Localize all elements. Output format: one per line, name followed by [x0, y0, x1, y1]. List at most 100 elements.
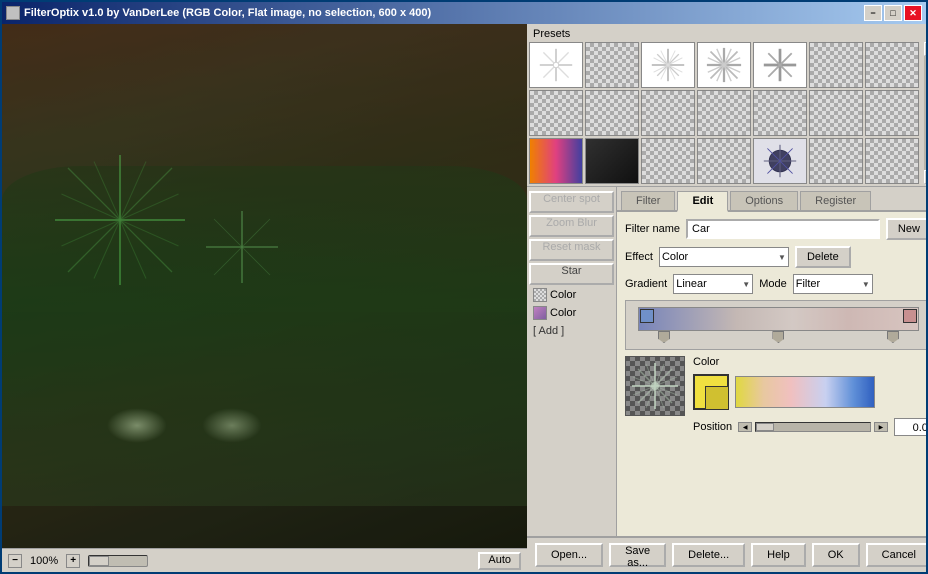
preset-thumb-1[interactable] — [529, 42, 583, 88]
preset-thumb-6[interactable] — [809, 42, 863, 88]
open-button[interactable]: Open... — [535, 543, 603, 567]
gradient-marker-1[interactable] — [658, 331, 670, 343]
presets-scrollbar: ▲ ▼ — [924, 42, 926, 184]
position-slider-track[interactable] — [755, 422, 871, 432]
preset-thumb-10[interactable] — [641, 90, 695, 136]
app-icon — [6, 6, 20, 20]
image-panel: − 100% + Auto — [2, 24, 527, 572]
tab-bar: Filter Edit Options Register — [617, 187, 926, 212]
gradient-bar[interactable] — [638, 307, 919, 331]
effect-value: Color — [662, 251, 688, 263]
preset-thumb-4[interactable] — [697, 42, 751, 88]
effect-row: Effect Color ▼ Delete — [625, 246, 926, 268]
pos-slider-left-arrow[interactable]: ◀ — [738, 422, 752, 432]
position-slider-area: ◀ ▶ — [738, 422, 888, 432]
cancel-button[interactable]: Cancel — [866, 543, 926, 567]
right-main: Center spot Zoom Blur Reset mask Star Co… — [527, 187, 926, 536]
help-button[interactable]: Help — [751, 543, 806, 567]
gradient-marker-2[interactable] — [772, 331, 784, 343]
color-section-label: Color — [693, 356, 926, 368]
main-content: − 100% + Auto Presets ▶ — [2, 24, 926, 572]
save-as-button[interactable]: Save as... — [609, 543, 666, 567]
preset-thumb-15[interactable] — [529, 138, 583, 184]
side-color-item-2[interactable]: Color — [529, 305, 614, 321]
main-window: FilterOptix v1.0 by VanDerLee (RGB Color… — [0, 0, 928, 574]
filter-name-label: Filter name — [625, 223, 680, 235]
gradient-editor — [625, 300, 926, 350]
position-label: Position — [693, 421, 732, 433]
tab-options[interactable]: Options — [730, 191, 798, 210]
position-value[interactable]: 0.0 — [894, 418, 926, 436]
preset-thumb-17[interactable] — [641, 138, 695, 184]
ok-button[interactable]: OK — [812, 543, 860, 567]
gradient-stop-left[interactable] — [640, 309, 654, 323]
tab-register[interactable]: Register — [800, 191, 871, 210]
filter-name-row: Filter name New — [625, 218, 926, 240]
center-spot-button[interactable]: Center spot — [529, 191, 614, 213]
preset-thumb-11[interactable] — [697, 90, 751, 136]
preset-thumb-3[interactable] — [641, 42, 695, 88]
gradient-value: Linear — [676, 278, 707, 290]
mode-select[interactable]: Filter ▼ — [793, 274, 873, 294]
mode-value: Filter — [796, 278, 820, 290]
preset-thumb-5[interactable] — [753, 42, 807, 88]
reset-mask-button[interactable]: Reset mask — [529, 239, 614, 261]
gradient-label: Gradient — [625, 278, 667, 290]
auto-button[interactable]: Auto — [478, 552, 521, 570]
preset-thumb-8[interactable] — [529, 90, 583, 136]
horizontal-scrollbar[interactable] — [88, 555, 148, 567]
filter-name-input[interactable] — [686, 219, 880, 239]
preset-thumb-13[interactable] — [809, 90, 863, 136]
new-button[interactable]: New — [886, 218, 926, 240]
preset-thumb-7[interactable] — [865, 42, 919, 88]
color-preview-box — [625, 356, 685, 416]
effect-select[interactable]: Color ▼ — [659, 247, 789, 267]
presets-thumbs — [529, 42, 924, 184]
zoom-plus-button[interactable]: + — [66, 554, 80, 568]
side-color-item-1[interactable]: Color — [529, 287, 614, 303]
maximize-button[interactable]: □ — [884, 5, 902, 21]
color-swatch-yellow[interactable] — [693, 374, 729, 410]
presets-row-1 — [529, 42, 924, 88]
minimize-button[interactable]: − — [864, 5, 882, 21]
close-button[interactable]: ✕ — [904, 5, 922, 21]
window-title: FilterOptix v1.0 by VanDerLee (RGB Color… — [24, 7, 864, 19]
gradient-select[interactable]: Linear ▼ — [673, 274, 753, 294]
preset-thumb-20[interactable] — [809, 138, 863, 184]
titlebar: FilterOptix v1.0 by VanDerLee (RGB Color… — [2, 2, 926, 24]
gradient-row: Gradient Linear ▼ Mode Filter ▼ — [625, 274, 926, 294]
preset-thumb-18[interactable] — [697, 138, 751, 184]
presets-wrapper: ▲ ▼ — [529, 42, 926, 184]
preset-thumb-2[interactable] — [585, 42, 639, 88]
position-slider-thumb — [756, 423, 774, 431]
star-button[interactable]: Star — [529, 263, 614, 285]
zoom-blur-button[interactable]: Zoom Blur — [529, 215, 614, 237]
zoom-label: 100% — [30, 555, 58, 567]
preset-thumb-16[interactable] — [585, 138, 639, 184]
preset-thumb-9[interactable] — [585, 90, 639, 136]
add-button[interactable]: [ Add ] — [529, 323, 614, 339]
tab-edit[interactable]: Edit — [677, 191, 728, 212]
presets-scroll-down[interactable]: ▼ — [924, 170, 926, 184]
gradient-bar-wrap — [638, 307, 919, 343]
preset-thumb-21[interactable] — [865, 138, 919, 184]
tab-filter[interactable]: Filter — [621, 191, 675, 210]
preset-thumb-19[interactable] — [753, 138, 807, 184]
gradient-stop-right[interactable] — [903, 309, 917, 323]
pos-slider-right-arrow[interactable]: ▶ — [874, 422, 888, 432]
color-controls: Color Position — [693, 356, 926, 436]
delete-button[interactable]: Delete... — [672, 543, 745, 567]
color-gradient-preview[interactable] — [735, 376, 875, 408]
effect-dropdown-icon: ▼ — [778, 253, 786, 262]
color-label-2: Color — [550, 307, 576, 319]
presets-area: Presets ▶ — [527, 24, 926, 187]
presets-scroll-up[interactable]: ▲ — [924, 42, 926, 56]
gradient-marker-3[interactable] — [887, 331, 899, 343]
preset-thumb-12[interactable] — [753, 90, 807, 136]
side-list-panel: Center spot Zoom Blur Reset mask Star Co… — [527, 187, 617, 536]
edit-content: Filter name New Effect Color ▼ Delete — [617, 212, 926, 536]
zoom-minus-button[interactable]: − — [8, 554, 22, 568]
presets-scroll-track[interactable] — [924, 56, 926, 170]
preset-thumb-14[interactable] — [865, 90, 919, 136]
delete-effect-button[interactable]: Delete — [795, 246, 851, 268]
